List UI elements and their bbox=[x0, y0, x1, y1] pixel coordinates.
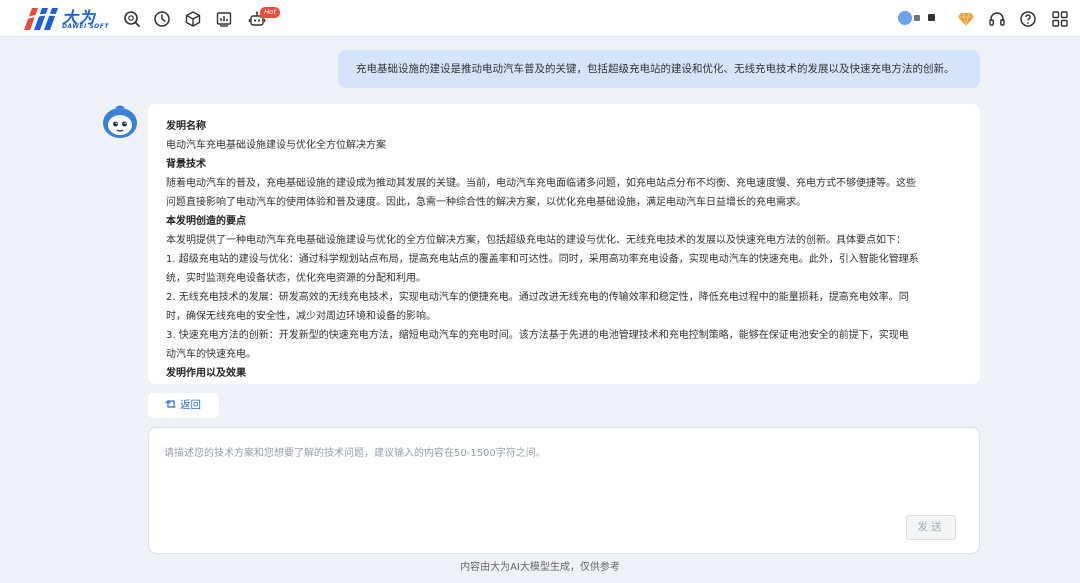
history-icon[interactable] bbox=[153, 10, 171, 28]
search-icon[interactable] bbox=[123, 10, 141, 28]
back-button-label: 返回 bbox=[180, 399, 201, 411]
brand-subtitle: DAWEI SOFT bbox=[62, 23, 109, 30]
answer-text: 统，实时监测充电设备状态，优化充电资源的分配和利用。 bbox=[166, 273, 426, 284]
answer-text: 动汽车的快速充电。 bbox=[166, 349, 256, 360]
logo-mark-icon bbox=[22, 8, 62, 30]
user-prompt-bubble: 充电基础设施的建设是推动电动汽车普及的关键，包括超级充电站的建设和优化、无线充电… bbox=[338, 50, 980, 88]
answer-heading: 发明作用以及效果 bbox=[166, 368, 246, 379]
user-avatar bbox=[898, 11, 912, 25]
answer-text: 时，确保无线充电的安全性，减少对周边环境和设备的影响。 bbox=[166, 311, 436, 322]
top-header: 大为 DAWEI SOFT Hot bbox=[0, 0, 1080, 37]
question-input-panel: 发送 bbox=[148, 427, 980, 554]
help-icon[interactable] bbox=[1019, 10, 1037, 28]
vip-diamond-icon[interactable] bbox=[957, 10, 975, 28]
ai-assistant-avatar bbox=[103, 105, 137, 138]
ai-answer-card: 发明名称 电动汽车充电基础设施建设与优化全方位解决方案 背景技术 随着电动汽车的… bbox=[148, 104, 980, 384]
dawei-logo[interactable]: 大为 DAWEI SOFT bbox=[22, 6, 108, 32]
answer-text: 本发明提供了一种电动汽车充电基础设施建设与优化的全方位解决方案，包括超级充电站的… bbox=[166, 235, 906, 246]
headset-icon[interactable] bbox=[988, 10, 1006, 28]
question-input[interactable] bbox=[164, 444, 964, 524]
report-icon[interactable] bbox=[215, 10, 233, 28]
hot-badge: Hot bbox=[260, 7, 281, 18]
return-arrow-icon bbox=[165, 400, 176, 408]
user-name-masked-2 bbox=[928, 14, 935, 21]
user-name-masked bbox=[914, 15, 920, 21]
grid-apps-icon[interactable] bbox=[1051, 10, 1069, 28]
send-button[interactable]: 发送 bbox=[906, 515, 956, 540]
back-button[interactable]: 返回 bbox=[148, 393, 219, 418]
answer-text: 1. 超级充电站的建设与优化：通过科学规划站点布局，提高充电站点的覆盖率和可达性… bbox=[166, 254, 919, 265]
answer-text: 2. 无线充电技术的发展：研发高效的无线充电技术，实现电动汽车的便捷充电。通过改… bbox=[166, 292, 909, 303]
answer-heading: 本发明创造的要点 bbox=[166, 216, 246, 227]
cube-icon[interactable] bbox=[184, 10, 202, 28]
answer-heading: 背景技术 bbox=[166, 159, 206, 170]
answer-heading: 发明名称 bbox=[166, 121, 206, 132]
user-account[interactable] bbox=[898, 10, 942, 26]
answer-text: 随着电动汽车的普及，充电基础设施的建设成为推动其发展的关键。当前，电动汽车充电面… bbox=[166, 178, 916, 189]
answer-text: 3. 快速充电方法的创新：开发新型的快速充电方法，缩短电动汽车的充电时间。该方法… bbox=[166, 330, 909, 341]
answer-text: 电动汽车充电基础设施建设与优化全方位解决方案 bbox=[166, 140, 386, 151]
disclaimer-note: 内容由大为AI大模型生成，仅供参考 bbox=[460, 562, 620, 573]
answer-text: 问题直接影响了电动汽车的使用体验和普及速度。因此，急需一种综合性的解决方案，以优… bbox=[166, 197, 806, 208]
